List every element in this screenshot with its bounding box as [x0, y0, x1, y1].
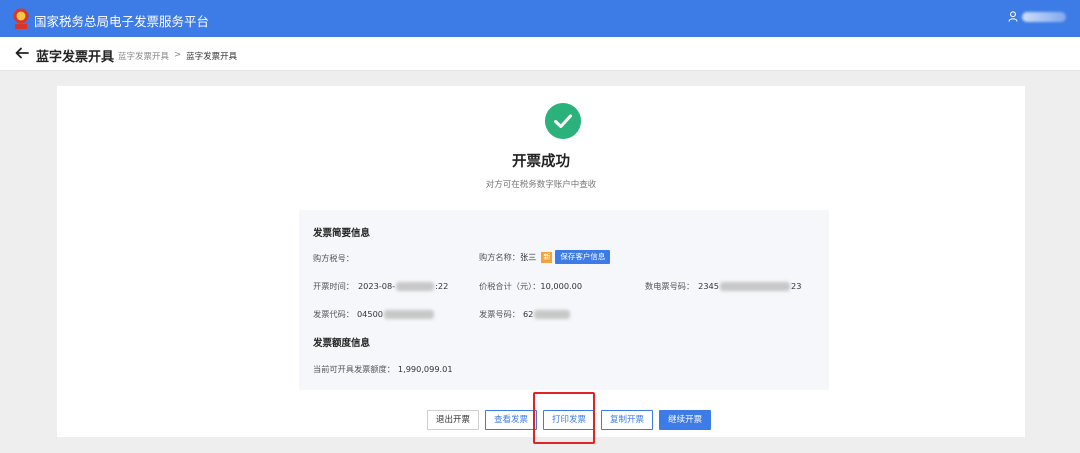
digital-invoice-no-field: 数电票号码： 2345 23: [645, 280, 801, 292]
total-value: 10,000.00: [540, 281, 583, 291]
buyer-name-field: 购方名称： 张三 新 保存客户信息: [479, 250, 611, 264]
invoice-code-field: 发票代码： 04500: [313, 308, 435, 320]
invoice-code-prefix: 04500: [356, 309, 383, 319]
breadcrumb-current: 蓝字发票开具: [186, 52, 238, 62]
copy-invoice-button[interactable]: 复制开票: [601, 410, 654, 430]
invoice-code-redacted: [384, 309, 434, 319]
page-header: 蓝字发票开具 蓝字发票开具 > 蓝字发票开具: [0, 37, 1080, 71]
success-subtitle: 对方可在税务数字账户中查收: [485, 180, 597, 190]
invoice-no-prefix: 62: [522, 309, 534, 319]
success-title: 开票成功: [512, 154, 570, 170]
exit-invoicing-button[interactable]: 退出开票: [427, 410, 480, 430]
invoice-no-label: 发票号码：: [479, 309, 520, 319]
action-bar: 退出开票 查看发票 打印发票 复制开票 继续开票: [427, 410, 712, 430]
invoice-no-field: 发票号码： 62: [479, 308, 571, 320]
invoice-summary-title: 发票简要信息: [313, 228, 371, 239]
save-customer-button[interactable]: 保存客户信息: [555, 250, 611, 264]
tax-emblem-icon: [13, 8, 29, 29]
invoice-info-panel: 发票简要信息 购方税号： 购方名称： 张三 新 保存客户信息 开票时间： 202…: [299, 210, 829, 390]
issue-time-redacted: [396, 281, 435, 291]
issue-time-prefix: 2023-08-: [357, 281, 396, 291]
page-title: 蓝字发票开具: [36, 50, 115, 65]
digital-no-suffix: 23: [790, 281, 802, 291]
invoice-no-redacted: [534, 309, 571, 319]
available-quota-field: 当前可开具发票额度： 1,990,099.01: [313, 363, 453, 375]
user-icon: [1008, 11, 1018, 22]
new-tag: 新: [541, 251, 553, 263]
user-menu[interactable]: [1008, 11, 1066, 22]
view-invoice-button[interactable]: 查看发票: [485, 410, 538, 430]
quota-title: 发票额度信息: [313, 338, 371, 349]
back-arrow-icon[interactable]: [14, 45, 30, 61]
buyer-name-value: 张三: [519, 252, 537, 262]
buyer-tax-id-field: 购方税号：: [313, 252, 354, 264]
available-quota-value: 1,990,099.01: [397, 364, 453, 374]
breadcrumb-separator: >: [174, 50, 182, 60]
issue-time-field: 开票时间： 2023-08- :22: [313, 280, 448, 292]
user-name-redacted: [1022, 11, 1066, 22]
breadcrumb-link[interactable]: 蓝字发票开具: [118, 50, 169, 62]
digital-no-label: 数电票号码：: [645, 281, 695, 291]
buyer-tax-id-label: 购方税号：: [313, 253, 354, 263]
buyer-name-label: 购方名称：: [479, 252, 520, 262]
continue-invoicing-button[interactable]: 继续开票: [659, 410, 712, 430]
issue-time-suffix: :22: [435, 281, 449, 291]
issue-time-label: 开票时间：: [313, 281, 354, 291]
app-title: 国家税务总局电子发票服务平台: [34, 14, 210, 29]
result-card: 开票成功 对方可在税务数字账户中查收 发票简要信息 购方税号： 购方名称： 张三…: [57, 86, 1025, 444]
invoice-code-label: 发票代码：: [313, 309, 354, 319]
breadcrumb: 蓝字发票开具 > 蓝字发票开具: [118, 50, 237, 62]
print-invoice-button[interactable]: 打印发票: [543, 410, 596, 430]
top-bar: 国家税务总局电子发票服务平台: [0, 0, 1080, 37]
check-circle-icon: [545, 103, 581, 139]
total-field: 价税合计（元）： 10,000.00: [479, 280, 582, 292]
digital-no-prefix: 2345: [698, 281, 719, 291]
available-quota-label: 当前可开具发票额度：: [313, 364, 395, 374]
digital-no-redacted: [719, 281, 790, 291]
total-label: 价税合计（元）：: [479, 281, 541, 291]
